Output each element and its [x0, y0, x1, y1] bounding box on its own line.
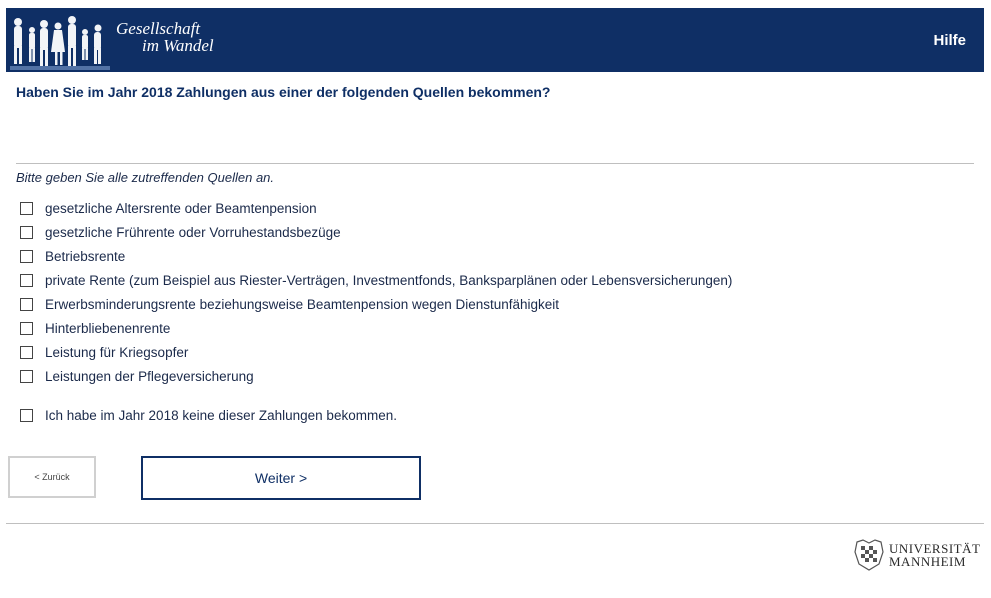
option-item[interactable]: gesetzliche Frührente oder Vorruhestands…: [20, 220, 732, 244]
option-item[interactable]: gesetzliche Altersrente oder Beamtenpens…: [20, 196, 732, 220]
option-label: private Rente (zum Beispiel aus Riester-…: [45, 272, 733, 288]
question-text: Haben Sie im Jahr 2018 Zahlungen aus ein…: [16, 84, 551, 100]
gesellschaft-im-wandel-logo: Gesellschaft im Wandel: [6, 8, 246, 72]
option-label: Leistungen der Pflegeversicherung: [45, 368, 254, 384]
checkbox[interactable]: [20, 408, 33, 422]
option-item[interactable]: Leistungen der Pflegeversicherung: [20, 364, 732, 388]
option-label: Leistung für Kriegsopfer: [45, 344, 189, 360]
next-button[interactable]: Weiter >: [141, 456, 421, 500]
checkbox[interactable]: [20, 345, 33, 359]
checkbox[interactable]: [20, 249, 33, 263]
people-silhouettes-icon: [10, 16, 110, 70]
logo-title: Gesellschaft im Wandel: [116, 20, 214, 54]
option-item[interactable]: Betriebsrente: [20, 244, 732, 268]
back-button[interactable]: < Zurück: [8, 456, 96, 498]
instruction-text: Bitte geben Sie alle zutreffenden Quelle…: [16, 170, 275, 185]
help-link[interactable]: Hilfe: [933, 32, 966, 49]
checkbox[interactable]: [20, 201, 33, 215]
checkbox[interactable]: [20, 321, 33, 335]
divider: [16, 163, 974, 164]
option-item[interactable]: Leistung für Kriegsopfer: [20, 340, 732, 364]
university-line-2: MANNHEIM: [889, 554, 966, 569]
option-label: gesetzliche Frührente oder Vorruhestands…: [45, 224, 341, 240]
options-list: gesetzliche Altersrente oder Beamtenpens…: [20, 196, 732, 388]
option-none-label: Ich habe im Jahr 2018 keine dieser Zahlu…: [45, 407, 397, 423]
option-item[interactable]: Hinterbliebenenrente: [20, 316, 732, 340]
mannheim-crest-icon: [854, 539, 884, 571]
checkbox[interactable]: [20, 297, 33, 311]
option-label: Hinterbliebenenrente: [45, 320, 171, 336]
checkbox[interactable]: [20, 369, 33, 383]
option-item[interactable]: private Rente (zum Beispiel aus Riester-…: [20, 268, 732, 292]
option-none[interactable]: Ich habe im Jahr 2018 keine dieser Zahlu…: [20, 403, 397, 427]
logo-line-2: im Wandel: [142, 36, 214, 55]
logo-line-1: Gesellschaft: [116, 19, 201, 38]
option-label: Betriebsrente: [45, 248, 126, 264]
university-logo: UNIVERSITÄT MANNHEIM: [853, 538, 980, 572]
footer-divider: [6, 523, 984, 524]
option-item[interactable]: Erwerbsminderungsrente beziehungsweise B…: [20, 292, 732, 316]
option-label: Erwerbsminderungsrente beziehungsweise B…: [45, 296, 560, 312]
option-label: gesetzliche Altersrente oder Beamtenpens…: [45, 200, 317, 216]
checkbox[interactable]: [20, 273, 33, 287]
header-bar: Gesellschaft im Wandel Hilfe: [6, 8, 984, 72]
checkbox[interactable]: [20, 225, 33, 239]
